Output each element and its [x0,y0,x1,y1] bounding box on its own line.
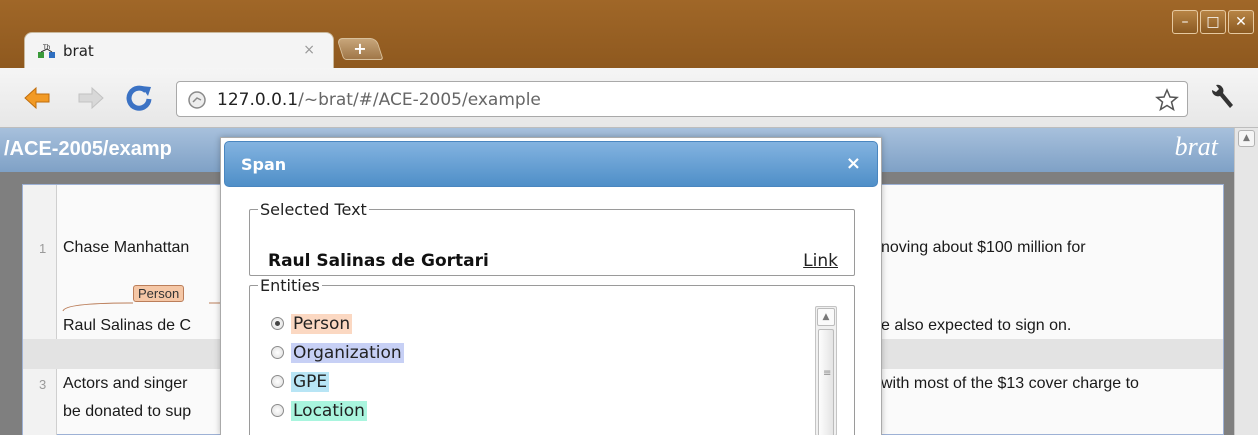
close-icon[interactable]: × [846,153,861,174]
globe-icon [188,91,206,109]
radio-button[interactable] [271,375,284,388]
entity-option-gpe[interactable]: GPE [271,372,330,392]
scroll-up-arrow-icon[interactable]: ▲ [1238,130,1255,147]
entity-label: Location [291,401,367,421]
selected-text-legend: Selected Text [260,200,367,219]
minimize-button[interactable]: – [1172,10,1198,34]
window-controls: – □ ✕ [1172,10,1254,34]
link-button[interactable]: Link [803,251,838,271]
sentence-text[interactable]: be donated to sup [63,403,191,421]
close-window-button[interactable]: ✕ [1228,10,1254,34]
browser-tab[interactable]: Th brat × [24,32,334,68]
entity-label: Person [291,314,353,334]
back-arrow-icon[interactable] [22,83,52,113]
forward-arrow-icon[interactable] [76,83,106,113]
plus-icon: + [353,39,367,58]
entity-option-person[interactable]: Person [271,314,353,334]
sentence-text[interactable]: Chase Manhattan [63,239,189,257]
entities-legend: Entities [260,276,320,295]
radio-button[interactable] [271,404,284,417]
wrench-icon[interactable] [1206,82,1238,114]
browser-toolbar: 127.0.0.1/~brat/#/ACE-2005/example [0,68,1258,128]
selected-text-value: Raul Salinas de Gortari [268,251,489,271]
url-text: 127.0.0.1/~brat/#/ACE-2005/example [217,90,541,110]
person-span-label[interactable]: Person [133,285,185,302]
tab-close-button[interactable]: × [303,42,315,58]
url-path: /~brat/#/ACE-2005/example [298,90,541,110]
scroll-up-arrow-icon[interactable]: ▲ [817,308,835,326]
entity-option-organization[interactable]: Organization [271,343,404,363]
radio-button[interactable] [271,346,284,359]
selected-text-group: Selected Text Raul Salinas de Gortari Li… [249,200,855,276]
new-tab-button[interactable]: + [336,38,384,60]
url-host: 127.0.0.1 [217,90,299,110]
address-bar[interactable]: 127.0.0.1/~brat/#/ACE-2005/example [176,81,1188,117]
span-dialog: Span × Selected Text Raul Salinas de Gor… [220,137,882,435]
document-path[interactable]: /ACE-2005/examp [4,138,172,161]
entities-scrollbar[interactable]: ▲ ≡ [815,306,837,435]
page-scrollbar[interactable]: ▲ [1234,128,1258,435]
line-number-gutter [23,185,57,435]
sentence-text[interactable]: e also expected to sign on. [881,317,1071,335]
bookmark-star-icon[interactable] [1155,88,1179,112]
maximize-button[interactable]: □ [1200,10,1226,34]
sentence-text[interactable]: noving about $100 million for [881,239,1086,257]
entity-option-location[interactable]: Location [271,401,367,421]
dialog-titlebar[interactable]: Span × [224,141,878,187]
sentence-text[interactable]: with most of the $13 cover charge to [881,375,1139,393]
dialog-title: Span [241,155,287,174]
brat-favicon-icon: Th [38,44,55,58]
sentence-text[interactable]: Actors and singer [63,375,188,393]
tab-title: brat [63,42,94,60]
scrollbar-thumb[interactable]: ≡ [818,329,834,435]
reload-icon[interactable] [124,83,154,113]
entity-label: GPE [291,372,330,392]
line-number: 3 [39,377,47,392]
grip-icon: ≡ [823,368,832,379]
sentence-text[interactable]: Raul Salinas de C [63,317,191,335]
radio-button-checked[interactable] [271,317,284,330]
entity-label: Organization [291,343,404,363]
line-number: 1 [39,241,47,256]
brat-logo: brat [1174,132,1218,161]
